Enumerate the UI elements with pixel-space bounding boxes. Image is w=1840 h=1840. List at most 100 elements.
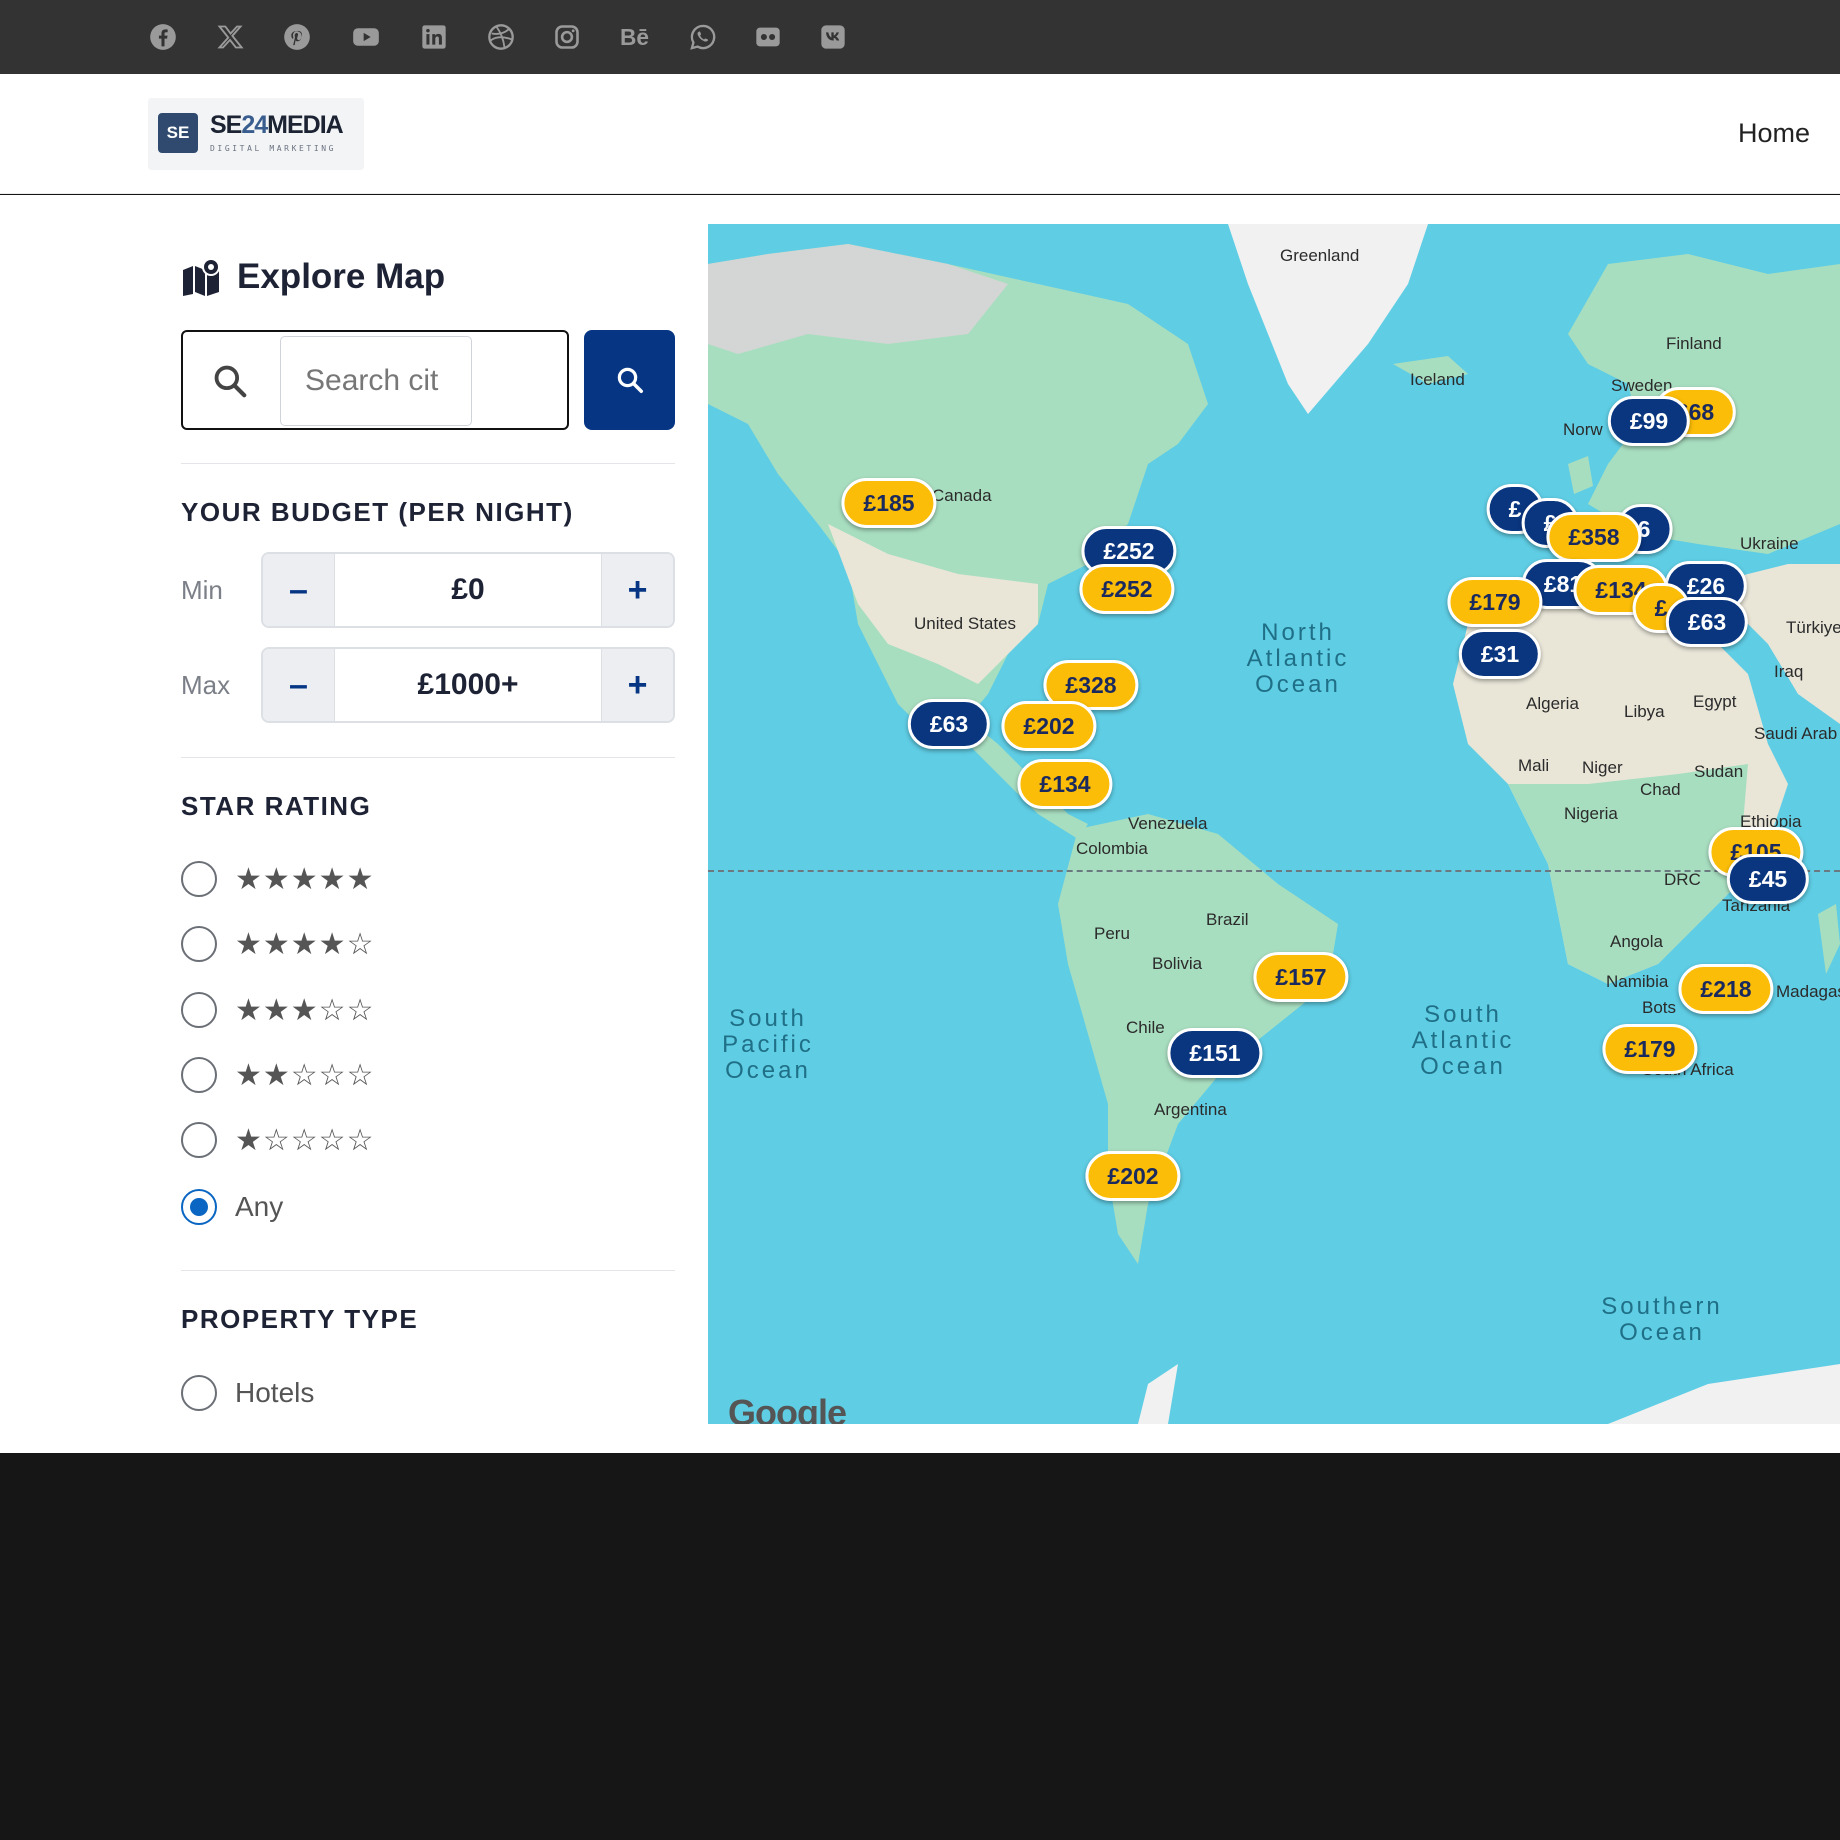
property-hotels-label: Hotels — [235, 1377, 315, 1408]
ocean-label: South Atlantic Ocean — [1411, 1001, 1515, 1080]
star-option-4[interactable]: ★★★★☆ — [181, 924, 374, 964]
star-any-label: Any — [235, 1191, 284, 1222]
map-marker-icon — [183, 258, 220, 296]
map-label: Libya — [1624, 702, 1665, 721]
ocean-label: South Pacific Ocean — [722, 1005, 814, 1084]
star-option-2[interactable]: ★★☆☆☆ — [181, 1055, 374, 1095]
property-type-title: PROPERTY TYPE — [181, 1304, 419, 1334]
divider — [181, 757, 675, 758]
search-icon — [617, 367, 643, 393]
whatsapp-icon[interactable] — [686, 20, 720, 54]
map-label: Finland — [1666, 334, 1722, 353]
site-header: SE SE24MEDIA DIGITAL MARKETING Home — [0, 74, 1840, 194]
dribbble-icon[interactable] — [484, 20, 518, 54]
map-label: Nigeria — [1564, 804, 1618, 823]
map-label: Iceland — [1410, 370, 1465, 389]
min-price-value[interactable]: £0 — [335, 554, 601, 626]
google-attribution: Google — [728, 1392, 847, 1424]
star-rating-1: ★☆☆☆☆ — [235, 1122, 375, 1158]
star-option-any[interactable]: Any — [181, 1187, 283, 1227]
star-option-5[interactable]: ★★★★★ — [181, 859, 374, 899]
price-pin[interactable]: £202 — [1001, 701, 1097, 751]
star-rating-2: ★★☆☆☆ — [235, 1057, 375, 1093]
min-decrement-button[interactable]: – — [263, 554, 335, 626]
max-decrement-button[interactable]: – — [263, 649, 335, 721]
price-pin[interactable]: £185 — [841, 478, 937, 528]
price-pin[interactable]: £99 — [1607, 396, 1691, 446]
map-label: Saudi Arab — [1754, 724, 1838, 743]
site-logo[interactable]: SE SE24MEDIA DIGITAL MARKETING — [148, 98, 364, 170]
max-price-value[interactable]: £1000+ — [335, 649, 601, 721]
behance-icon[interactable]: Bē — [617, 20, 657, 54]
budget-title: YOUR BUDGET (PER NIGHT) — [181, 497, 574, 527]
price-pin[interactable]: £63 — [1665, 597, 1749, 647]
price-pin[interactable]: £63 — [907, 699, 991, 749]
instagram-icon[interactable] — [550, 20, 584, 54]
explore-title: Explore Map — [181, 257, 445, 297]
star-rating-title: STAR RATING — [181, 791, 372, 821]
ocean-label: Southern Ocean — [1601, 1293, 1723, 1346]
map-label: Greenland — [1280, 246, 1360, 265]
world-map[interactable]: Greenland Finland Iceland Sweden Norw Ca… — [708, 224, 1840, 1424]
max-increment-button[interactable]: + — [601, 649, 673, 721]
logo-wordmark: SE24MEDIA — [210, 111, 344, 139]
radio-button[interactable] — [181, 1122, 217, 1158]
map-label: Chile — [1126, 1018, 1165, 1037]
main-content: Explore Map Search cit YOUR BUDGET (PER … — [0, 195, 1840, 1453]
star-rating-4: ★★★★☆ — [235, 926, 375, 962]
star-option-1[interactable]: ★☆☆☆☆ — [181, 1120, 374, 1160]
price-pin[interactable]: £252 — [1079, 564, 1175, 614]
map-label: Norw — [1563, 420, 1603, 439]
radio-button-selected[interactable] — [181, 1189, 217, 1225]
divider — [181, 1270, 675, 1271]
map-label: Mali — [1518, 756, 1550, 775]
map-label: Madagas — [1776, 982, 1840, 1001]
linkedin-icon[interactable] — [417, 20, 451, 54]
map-label: Namibia — [1606, 972, 1669, 991]
radio-button[interactable] — [181, 1375, 217, 1411]
nav-home-link[interactable]: Home — [1738, 118, 1810, 149]
price-pin[interactable]: £151 — [1167, 1028, 1263, 1078]
max-label: Max — [181, 670, 231, 700]
price-pin[interactable]: £157 — [1253, 952, 1349, 1002]
max-price-stepper: – £1000+ + — [261, 647, 675, 723]
price-pin[interactable]: £179 — [1602, 1024, 1698, 1074]
facebook-icon[interactable] — [146, 20, 180, 54]
map-label: Argentina — [1154, 1100, 1227, 1119]
social-bar: Bē — [0, 0, 1840, 74]
radio-button[interactable] — [181, 861, 217, 897]
min-label: Min — [181, 575, 223, 605]
logo-tagline: DIGITAL MARKETING — [210, 144, 337, 153]
price-pin[interactable]: £134 — [1017, 759, 1113, 809]
search-box: Search cit — [181, 330, 569, 430]
search-button[interactable] — [584, 330, 675, 430]
map-label: Venezuela — [1128, 814, 1208, 833]
price-pin[interactable]: £45 — [1726, 854, 1810, 904]
min-price-stepper: – £0 + — [261, 552, 675, 628]
x-icon[interactable] — [213, 20, 247, 54]
search-input[interactable]: Search cit — [280, 336, 472, 426]
youtube-icon[interactable] — [349, 20, 383, 54]
pinterest-icon[interactable] — [280, 20, 314, 54]
svg-text:Bē: Bē — [620, 24, 649, 50]
star-option-3[interactable]: ★★★☆☆ — [181, 990, 374, 1030]
map-label: Niger — [1582, 758, 1623, 777]
divider — [181, 463, 675, 464]
price-pin[interactable]: £179 — [1447, 577, 1543, 627]
min-increment-button[interactable]: + — [601, 554, 673, 626]
map-label: Iraq — [1774, 662, 1804, 681]
property-option-hotels[interactable]: Hotels — [181, 1373, 314, 1413]
price-pin[interactable]: £31 — [1458, 629, 1542, 679]
map-label: Bots — [1642, 998, 1677, 1017]
star-rating-5: ★★★★★ — [235, 861, 375, 897]
price-pin[interactable]: £358 — [1546, 512, 1642, 562]
price-pin[interactable]: £202 — [1085, 1151, 1181, 1201]
radio-button[interactable] — [181, 992, 217, 1028]
map-label: Colombia — [1076, 839, 1148, 858]
price-pin[interactable]: £218 — [1678, 964, 1774, 1014]
vk-icon[interactable] — [816, 20, 850, 54]
radio-button[interactable] — [181, 1057, 217, 1093]
radio-button[interactable] — [181, 926, 217, 962]
map-label: Brazil — [1206, 910, 1249, 929]
flickr-icon[interactable] — [751, 20, 785, 54]
